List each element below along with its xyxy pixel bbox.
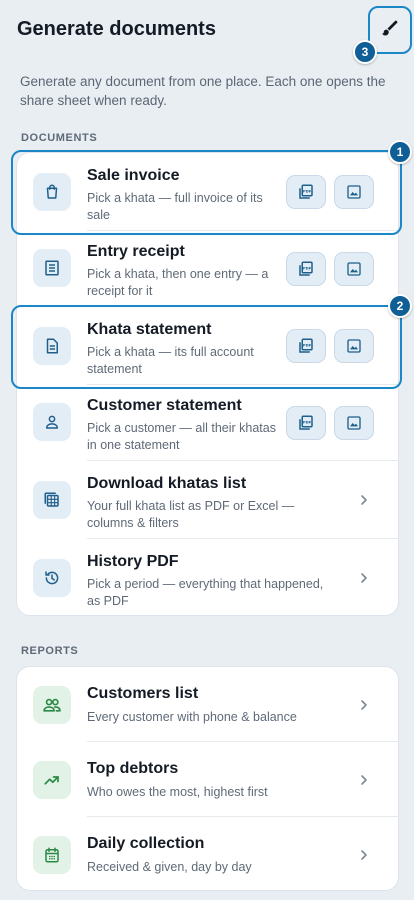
report-row-top-debtors[interactable]: Top debtors Who owes the most, highest f…	[17, 742, 400, 817]
row-description: Pick a khata — its full account statemen…	[87, 345, 254, 376]
pdf-button[interactable]: PDF	[286, 329, 326, 363]
image-icon	[347, 262, 361, 276]
image-icon	[347, 339, 361, 353]
doc-row-sale-invoice[interactable]: Sale invoice Pick a khata — full invoice…	[17, 153, 400, 231]
row-description: Pick a khata, then one entry — a receipt…	[87, 267, 269, 298]
report-row-daily-collection[interactable]: Daily collection Received & given, day b…	[17, 817, 400, 892]
chevron-right-icon	[361, 775, 367, 785]
pdf-button[interactable]: PDF	[286, 175, 326, 209]
pdf-icon: PDF	[299, 184, 313, 199]
row-title: History PDF	[87, 553, 179, 570]
people-icon	[33, 686, 71, 724]
image-button[interactable]	[334, 175, 374, 209]
row-title: Customer statement	[87, 397, 242, 414]
doc-row-entry-receipt[interactable]: Entry receipt Pick a khata, then one ent…	[17, 231, 400, 307]
image-button[interactable]	[334, 406, 374, 440]
document-icon	[33, 327, 71, 365]
pdf-icon: PDF	[299, 261, 313, 276]
doc-row-khata-statement[interactable]: Khata statement Pick a khata — its full …	[17, 307, 400, 385]
report-row-customers-list[interactable]: Customers list Every customer with phone…	[17, 667, 400, 742]
row-title: Daily collection	[87, 835, 205, 852]
header: Generate documents 3	[0, 0, 414, 64]
row-title: Sale invoice	[87, 167, 180, 184]
row-title: Download khatas list	[87, 475, 247, 492]
pdf-label: PDF	[303, 266, 312, 270]
doc-row-history-pdf[interactable]: History PDF Pick a period — everything t…	[17, 539, 400, 617]
spreadsheet-icon	[33, 481, 71, 519]
row-description: Your full khata list as PDF or Excel — c…	[87, 499, 295, 530]
page-title: Generate documents	[17, 18, 216, 40]
image-icon	[347, 416, 361, 430]
row-description: Every customer with phone & balance	[87, 710, 297, 724]
pdf-label: PDF	[303, 420, 312, 424]
row-description: Pick a period — everything that happened…	[87, 577, 324, 608]
chevron-right-icon	[361, 573, 367, 583]
row-title: Customers list	[87, 685, 199, 702]
chevron-right-icon	[361, 850, 367, 860]
doc-row-customer-statement[interactable]: Customer statement Pick a customer — all…	[17, 385, 400, 461]
page-subtitle: Generate any document from one place. Ea…	[20, 74, 386, 108]
paintbrush-icon	[380, 18, 400, 43]
documents-card: Sale invoice Pick a khata — full invoice…	[16, 152, 400, 617]
row-description: Received & given, day by day	[87, 860, 252, 874]
person-icon	[33, 403, 71, 441]
image-button[interactable]	[334, 329, 374, 363]
history-icon	[33, 559, 71, 597]
shopping-bag-icon	[33, 173, 71, 211]
reports-section-label: REPORTS	[21, 645, 79, 657]
step-badge-1: 1	[388, 140, 412, 164]
trending-up-icon	[33, 761, 71, 799]
calendar-icon	[33, 836, 71, 874]
row-description: Pick a khata — full invoice of its sale	[87, 191, 263, 222]
pdf-button[interactable]: PDF	[286, 406, 326, 440]
chevron-right-icon	[361, 495, 367, 505]
chevron-right-icon	[361, 700, 367, 710]
step-badge-2: 2	[388, 294, 412, 318]
receipt-icon	[33, 249, 71, 287]
pdf-label: PDF	[303, 343, 312, 347]
image-icon	[347, 185, 361, 199]
step-badge-3: 3	[353, 40, 377, 64]
row-title: Khata statement	[87, 321, 212, 338]
doc-row-download-khatas-list[interactable]: Download khatas list Your full khata lis…	[17, 461, 400, 539]
image-button[interactable]	[334, 252, 374, 286]
row-description: Pick a customer — all their khatas in on…	[87, 421, 276, 452]
row-description: Who owes the most, highest first	[87, 785, 268, 799]
pdf-icon: PDF	[299, 415, 313, 430]
row-title: Entry receipt	[87, 243, 185, 260]
documents-section-label: DOCUMENTS	[21, 132, 98, 144]
pdf-label: PDF	[303, 189, 312, 193]
pdf-icon: PDF	[299, 338, 313, 353]
row-title: Top debtors	[87, 760, 179, 777]
pdf-button[interactable]: PDF	[286, 252, 326, 286]
reports-card: Customers list Every customer with phone…	[16, 666, 400, 892]
